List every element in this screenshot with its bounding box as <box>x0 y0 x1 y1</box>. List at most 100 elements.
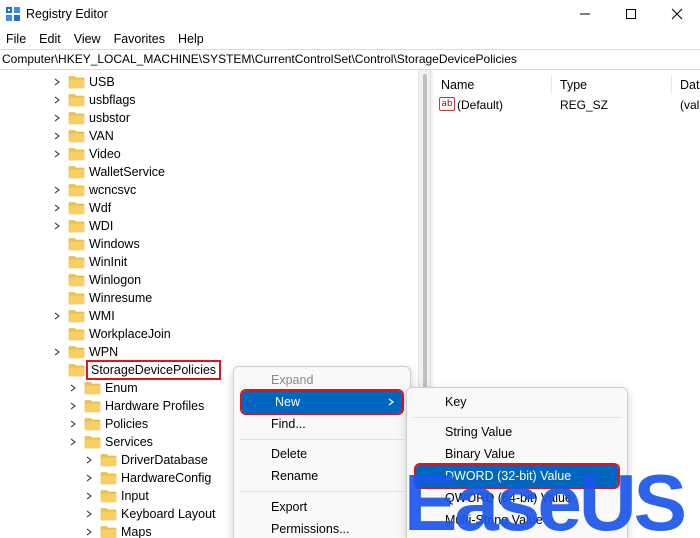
tree-item-windows[interactable]: Windows <box>52 235 140 253</box>
tree-item-usb[interactable]: USB <box>52 73 115 91</box>
folder-icon <box>100 453 117 467</box>
menu-view[interactable]: View <box>68 32 108 46</box>
value-data: (val <box>680 98 700 112</box>
menu-separator <box>413 417 621 418</box>
tree-item-driverdatabase[interactable]: DriverDatabase <box>84 451 208 469</box>
menu-item-permissions[interactable]: Permissions... <box>238 518 406 538</box>
tree-item-storagedevicepolicies[interactable]: StorageDevicePolicies <box>52 360 222 380</box>
tree-item-winresume[interactable]: Winresume <box>52 289 152 307</box>
folder-icon <box>100 507 117 521</box>
tree-item-wcncsvc[interactable]: wcncsvc <box>52 181 136 199</box>
tree-item-label: WDI <box>89 219 114 233</box>
chevron-right-icon[interactable] <box>68 401 78 411</box>
tree-item-keyboard-layout[interactable]: Keyboard Layout <box>84 505 216 523</box>
column-header-name[interactable]: Name <box>441 78 474 92</box>
menu-item-rename[interactable]: Rename <box>238 465 406 487</box>
tree-item-wininit[interactable]: WinInit <box>52 253 127 271</box>
folder-icon <box>68 129 85 143</box>
tree-item-maps[interactable]: Maps <box>84 523 152 538</box>
tree-item-wpn[interactable]: WPN <box>52 343 118 361</box>
submenu-item-key[interactable]: Key <box>411 391 623 413</box>
tree-item-label: Video <box>89 147 121 161</box>
watermark-text: EaseUS <box>404 458 685 538</box>
chevron-right-icon[interactable] <box>68 437 78 447</box>
menu-edit[interactable]: Edit <box>33 32 68 46</box>
tree-item-label: WalletService <box>89 165 165 179</box>
menu-item-delete[interactable]: Delete <box>238 443 406 465</box>
tree-item-label: Keyboard Layout <box>121 507 216 521</box>
tree-item-services[interactable]: Services <box>68 433 153 451</box>
column-header-data[interactable]: Dat <box>680 78 699 92</box>
tree-item-wdf[interactable]: Wdf <box>52 199 111 217</box>
title-bar: Registry Editor <box>0 0 700 28</box>
menu-help[interactable]: Help <box>172 32 211 46</box>
menu-item-find[interactable]: Find... <box>238 413 406 435</box>
tree-item-label: usbflags <box>89 93 136 107</box>
folder-icon <box>68 111 85 125</box>
folder-icon <box>84 381 101 395</box>
tree-item-video[interactable]: Video <box>52 145 121 163</box>
folder-icon <box>68 273 85 287</box>
close-icon <box>671 8 683 20</box>
tree-item-workplacejoin[interactable]: WorkplaceJoin <box>52 325 171 343</box>
tree-item-hardware-profiles[interactable]: Hardware Profiles <box>68 397 204 415</box>
chevron-right-icon[interactable] <box>52 311 62 321</box>
menu-item-export[interactable]: Export <box>238 496 406 518</box>
tree-item-label: Winlogon <box>89 273 142 287</box>
tree-item-label: wcncsvc <box>89 183 137 197</box>
menu-item-expand[interactable]: Expand <box>238 369 406 391</box>
tree-item-wdi[interactable]: WDI <box>52 217 113 235</box>
chevron-right-icon[interactable] <box>68 383 78 393</box>
tree-item-hardwareconfig[interactable]: HardwareConfig <box>84 469 211 487</box>
chevron-right-icon[interactable] <box>52 113 62 123</box>
menu-item-new[interactable]: New <box>240 389 404 415</box>
column-header-type[interactable]: Type <box>560 78 587 92</box>
column-separator[interactable] <box>671 76 672 94</box>
tree-item-walletservice[interactable]: WalletService <box>52 163 165 181</box>
chevron-right-icon[interactable] <box>52 95 62 105</box>
submenu-item-string-value[interactable]: String Value <box>411 421 623 443</box>
chevron-right-icon[interactable] <box>52 185 62 195</box>
menu-favorites[interactable]: Favorites <box>108 32 172 46</box>
chevron-right-icon[interactable] <box>84 509 94 519</box>
chevron-right-icon[interactable] <box>52 149 62 159</box>
chevron-right-icon[interactable] <box>52 221 62 231</box>
chevron-right-icon[interactable] <box>52 131 62 141</box>
tree-item-wmi[interactable]: WMI <box>52 307 115 325</box>
chevron-right-icon[interactable] <box>84 455 94 465</box>
maximize-icon <box>626 9 636 19</box>
tree-item-input[interactable]: Input <box>84 487 149 505</box>
folder-icon <box>68 363 85 377</box>
tree-item-label: DriverDatabase <box>121 453 208 467</box>
tree-item-label: Winresume <box>89 291 153 305</box>
folder-icon <box>68 165 85 179</box>
tree-item-usbflags[interactable]: usbflags <box>52 91 136 109</box>
chevron-right-icon[interactable] <box>68 419 78 429</box>
address-bar[interactable]: Computer\HKEY_LOCAL_MACHINE\SYSTEM\Curre… <box>0 49 700 70</box>
minimize-button[interactable] <box>562 0 608 28</box>
folder-icon <box>68 219 85 233</box>
window-title: Registry Editor <box>26 7 108 21</box>
chevron-right-icon[interactable] <box>52 347 62 357</box>
value-type: REG_SZ <box>560 98 609 112</box>
value-name[interactable]: (Default) <box>457 98 503 112</box>
chevron-right-icon[interactable] <box>84 491 94 501</box>
folder-icon <box>68 291 85 305</box>
close-button[interactable] <box>654 0 700 28</box>
chevron-right-icon[interactable] <box>52 203 62 213</box>
tree-item-policies[interactable]: Policies <box>68 415 148 433</box>
menu-file[interactable]: File <box>0 32 33 46</box>
submenu-arrow-icon <box>388 398 394 406</box>
column-separator[interactable] <box>551 76 552 94</box>
tree-item-label: Windows <box>89 237 140 251</box>
tree-item-winlogon[interactable]: Winlogon <box>52 271 141 289</box>
menu-separator <box>240 491 404 492</box>
maximize-button[interactable] <box>608 0 654 28</box>
tree-item-van[interactable]: VAN <box>52 127 114 145</box>
chevron-right-icon[interactable] <box>84 473 94 483</box>
tree-item-label: USB <box>89 75 115 89</box>
tree-item-enum[interactable]: Enum <box>68 379 138 397</box>
chevron-right-icon[interactable] <box>52 77 62 87</box>
tree-item-usbstor[interactable]: usbstor <box>52 109 130 127</box>
chevron-right-icon[interactable] <box>84 527 94 537</box>
